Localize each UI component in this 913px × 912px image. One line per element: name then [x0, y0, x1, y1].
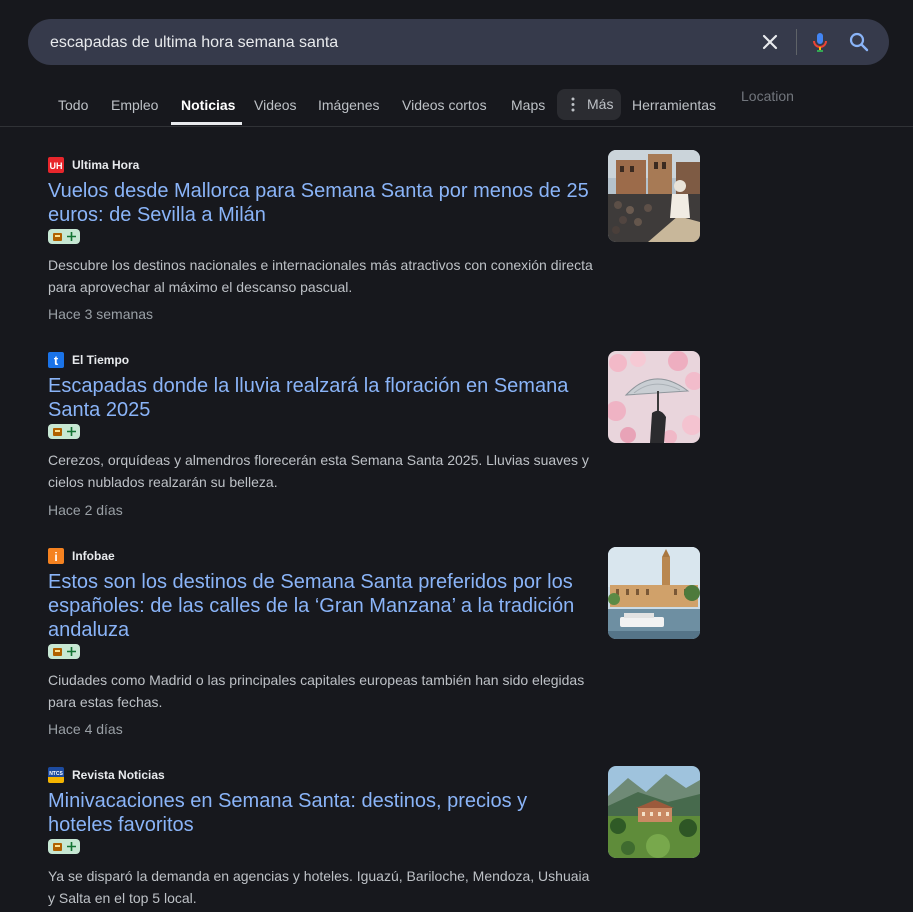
tab-empleo[interactable]: Empleo — [111, 86, 158, 126]
news-snippet: Ciudades como Madrid o las principales c… — [48, 672, 585, 710]
favicon-text: NTCS — [49, 771, 63, 777]
news-snippet: Ya se disparó la demanda en agencias y h… — [48, 868, 590, 906]
tabs-divider — [0, 126, 913, 127]
news-title-link[interactable]: Escapadas donde la lluvia realzará la fl… — [48, 374, 593, 422]
el-tiempo-logo: t — [48, 352, 64, 368]
news-title-link[interactable]: Estos son los destinos de Semana Santa p… — [48, 570, 593, 642]
source-name: Infobae — [72, 549, 115, 563]
news-date: Hace 3 semanas — [48, 306, 154, 322]
umbrella-blossoms-photo[interactable] — [608, 351, 700, 443]
source-badge[interactable] — [48, 839, 80, 854]
source-name: El Tiempo — [72, 353, 130, 367]
favicon-text: t — [54, 353, 59, 368]
news-snippet: Descubre los destinos nacionales e inter… — [48, 257, 593, 295]
briefcase-icon — [53, 648, 62, 656]
procession-photo[interactable] — [608, 150, 700, 242]
news-title-link[interactable]: Vuelos desde Mallorca para Semana Santa … — [48, 179, 593, 227]
revista-noticias-logo: NTCS — [48, 767, 64, 783]
search-input[interactable] — [48, 19, 732, 67]
active-tab-indicator — [171, 122, 242, 125]
briefcase-icon — [53, 428, 62, 436]
briefcase-icon — [53, 233, 62, 241]
news-snippet: Cerezos, orquídeas y almendros florecerá… — [48, 452, 589, 490]
search-divider — [796, 29, 797, 55]
source-name: Revista Noticias — [72, 768, 165, 782]
tools-button[interactable]: Herramientas — [632, 86, 716, 126]
tab-imagenes[interactable]: Imágenes — [318, 86, 379, 126]
source-badge[interactable] — [48, 424, 80, 439]
search-bar — [28, 19, 889, 67]
microphone-icon[interactable] — [808, 30, 832, 54]
favicon-text: UH — [50, 161, 63, 171]
tab-todo[interactable]: Todo — [58, 86, 88, 126]
tab-videos-cortos[interactable]: Videos cortos — [402, 86, 487, 126]
source-name: Ultima Hora — [72, 158, 140, 172]
ultima-hora-logo: UH — [48, 157, 64, 173]
tab-noticias[interactable]: Noticias — [181, 86, 235, 126]
favicon-text: i — [54, 550, 57, 564]
briefcase-icon — [53, 843, 62, 851]
tab-maps[interactable]: Maps — [511, 86, 545, 126]
news-date: Hace 2 días — [48, 502, 123, 518]
more-label: Más — [587, 96, 614, 112]
more-button[interactable]: Más — [557, 89, 621, 120]
plus-icon — [67, 427, 76, 436]
location-link[interactable]: Location — [741, 88, 794, 104]
news-date: Hace 4 días — [48, 721, 123, 737]
tab-videos[interactable]: Videos — [254, 86, 297, 126]
plus-icon — [67, 842, 76, 851]
source-badge[interactable] — [48, 229, 80, 244]
seville-river-photo[interactable] — [608, 547, 700, 639]
source-badge[interactable] — [48, 644, 80, 659]
news-title-link[interactable]: Minivacaciones en Semana Santa: destinos… — [48, 789, 593, 837]
more-vert-icon — [571, 97, 575, 112]
mountain-hotel-photo[interactable] — [608, 766, 700, 858]
infobae-logo: i — [48, 548, 64, 564]
plus-icon — [67, 232, 76, 241]
search-icon[interactable] — [847, 30, 871, 54]
plus-icon — [67, 647, 76, 656]
close-icon[interactable] — [758, 30, 782, 54]
